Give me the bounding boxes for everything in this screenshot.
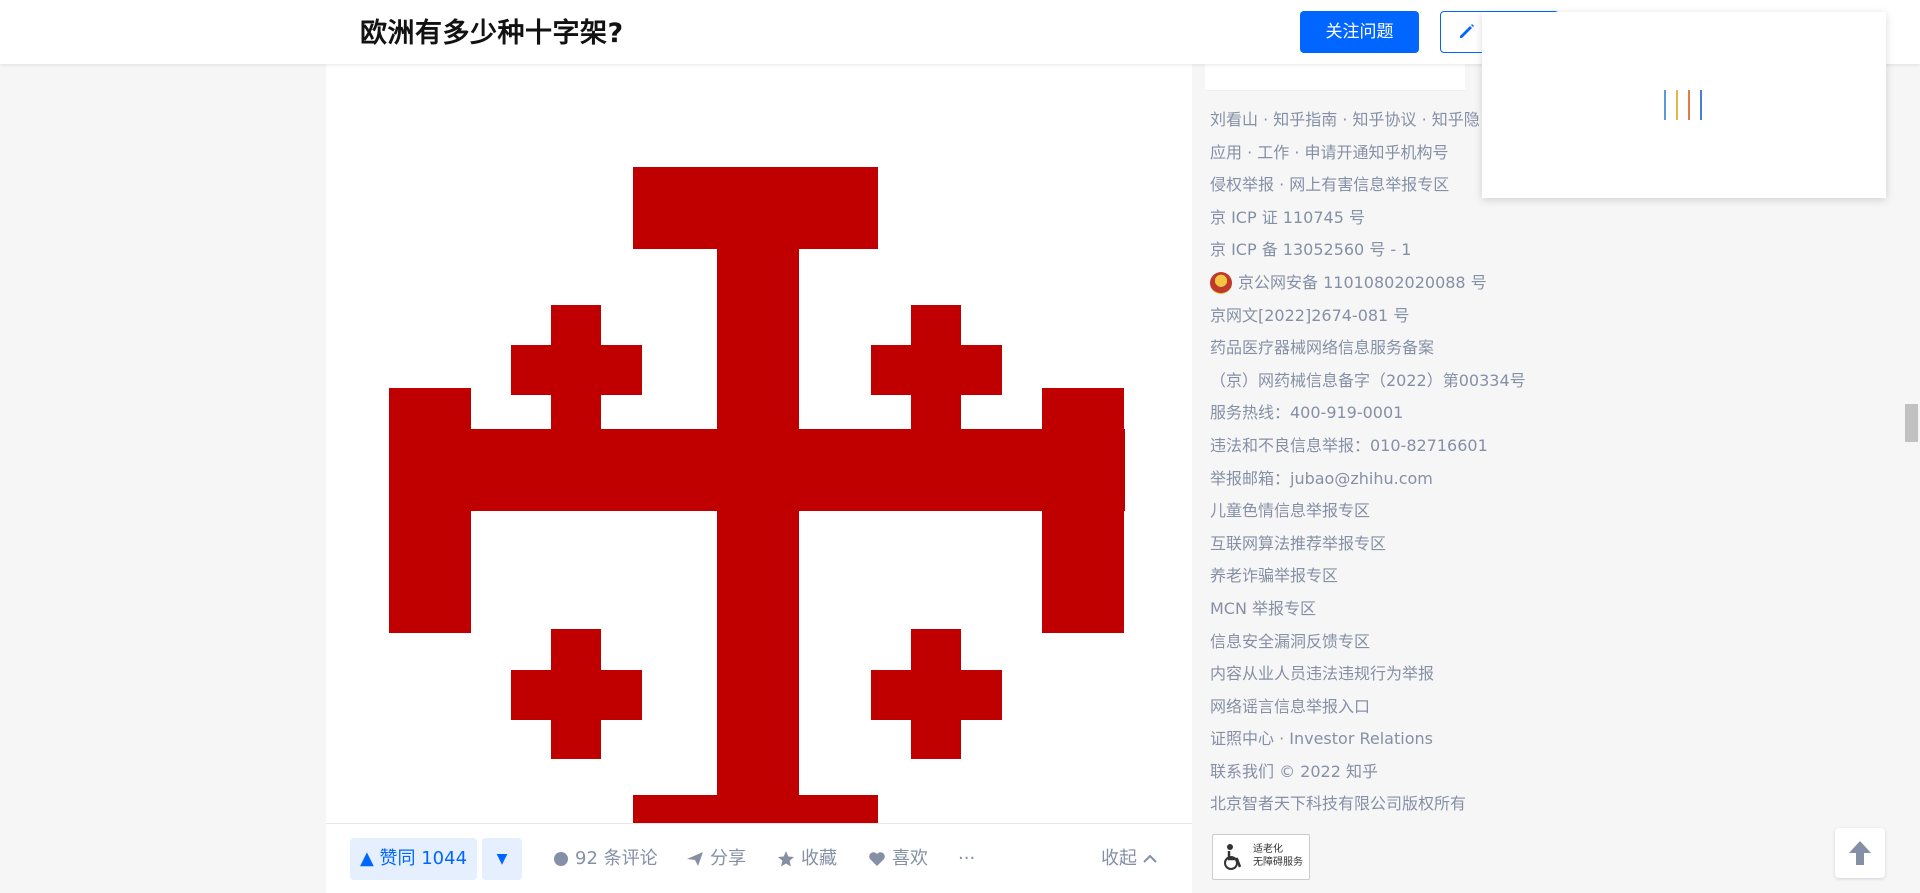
favorite-button[interactable]: 收藏 [777, 838, 837, 880]
badge-line2: 无障碍服务 [1253, 857, 1303, 868]
footer-link[interactable]: 京网文[2022]2674-081 号 [1210, 300, 1540, 333]
footer-link: 北京智者天下科技有限公司版权所有 [1210, 794, 1467, 814]
footer-link[interactable]: 京 ICP 备 13052560 号 - 1 [1210, 234, 1540, 267]
comments-button[interactable]: 92 条评论 [553, 838, 658, 880]
footer-link[interactable]: 内容从业人员违法违规行为举报 [1210, 658, 1540, 691]
like-button[interactable]: 喜欢 [868, 838, 928, 880]
footer-link-police[interactable]: 京公网安备 11010802020088 号 [1210, 267, 1540, 300]
comment-icon [553, 851, 569, 867]
answer-image[interactable] [388, 102, 1128, 888]
accessibility-badge[interactable]: 适老化 无障碍服务 [1212, 834, 1310, 880]
footer-link[interactable]: 服务热线：400-919-0001 [1210, 397, 1540, 430]
heart-icon [868, 851, 886, 867]
share-icon [686, 851, 704, 867]
footer-link[interactable]: 举报邮箱：jubao@zhihu.com [1210, 463, 1540, 496]
page-scrollbar[interactable] [1903, 0, 1920, 892]
footer-link[interactable]: （京）网药械信息备字（2022）第00334号 [1210, 365, 1540, 398]
footer-link[interactable]: 养老诈骗举报专区 [1210, 560, 1540, 593]
loading-spinner-icon [1662, 88, 1706, 126]
footer-link[interactable]: 互联网算法推荐举报专区 [1210, 528, 1540, 561]
loading-popup [1482, 12, 1886, 198]
badge-line1: 适老化 [1253, 844, 1283, 855]
footer-link[interactable]: 证照中心 · Investor Relations [1210, 723, 1540, 756]
scrollbar-thumb[interactable] [1905, 404, 1918, 442]
favorite-label: 收藏 [801, 848, 837, 869]
question-title: 欧洲有多少种十字架? [360, 18, 624, 49]
collapse-label: 收起 [1101, 848, 1137, 869]
upvote-button[interactable]: ▲ 赞同 1044 [350, 838, 477, 880]
footer-link[interactable]: 京 ICP 证 110745 号 [1210, 202, 1540, 235]
police-badge-icon [1210, 272, 1232, 295]
chevron-up-icon [1143, 854, 1157, 864]
footer-link[interactable]: 网络谣言信息举报入口 [1210, 691, 1540, 724]
wheelchair-icon [1221, 843, 1247, 874]
collapse-button[interactable]: 收起 [1101, 838, 1157, 880]
footer-link[interactable]: 信息安全漏洞反馈专区 [1210, 626, 1540, 659]
downvote-button[interactable]: ▼ [482, 838, 522, 880]
jerusalem-cross-image [389, 167, 1125, 888]
arrow-up-icon [1848, 840, 1872, 870]
answer-card [326, 64, 1192, 892]
answer-action-bar: ▲ 赞同 1044 ▼ 92 条评论 分享 收藏 喜欢 ··· 收起 [326, 823, 1192, 893]
back-to-top-button[interactable] [1835, 828, 1885, 878]
footer-links: 刘看山 · 知乎指南 · 知乎协议 · 知乎隐 应用 · 工作 · 申请开通知乎… [1210, 104, 1540, 821]
footer-link-label: 京公网安备 11010802020088 号 [1238, 272, 1487, 292]
footer-link[interactable]: MCN 举报专区 [1210, 593, 1540, 626]
comments-label: 92 条评论 [575, 848, 658, 869]
share-label: 分享 [710, 848, 746, 869]
star-icon [777, 850, 795, 868]
footer-link[interactable]: 儿童色情信息举报专区 [1210, 495, 1540, 528]
more-button[interactable]: ··· [958, 838, 975, 880]
follow-question-button[interactable]: 关注问题 [1300, 11, 1419, 53]
like-label: 喜欢 [892, 848, 928, 869]
footer-link[interactable]: 药品医疗器械网络信息服务备案 [1210, 332, 1540, 365]
footer-link[interactable]: 违法和不良信息举报：010-82716601 [1210, 430, 1540, 463]
pencil-icon [1458, 22, 1476, 44]
share-button[interactable]: 分享 [686, 838, 746, 880]
footer-link: 联系我们 © 2022 知乎 [1210, 761, 1378, 781]
